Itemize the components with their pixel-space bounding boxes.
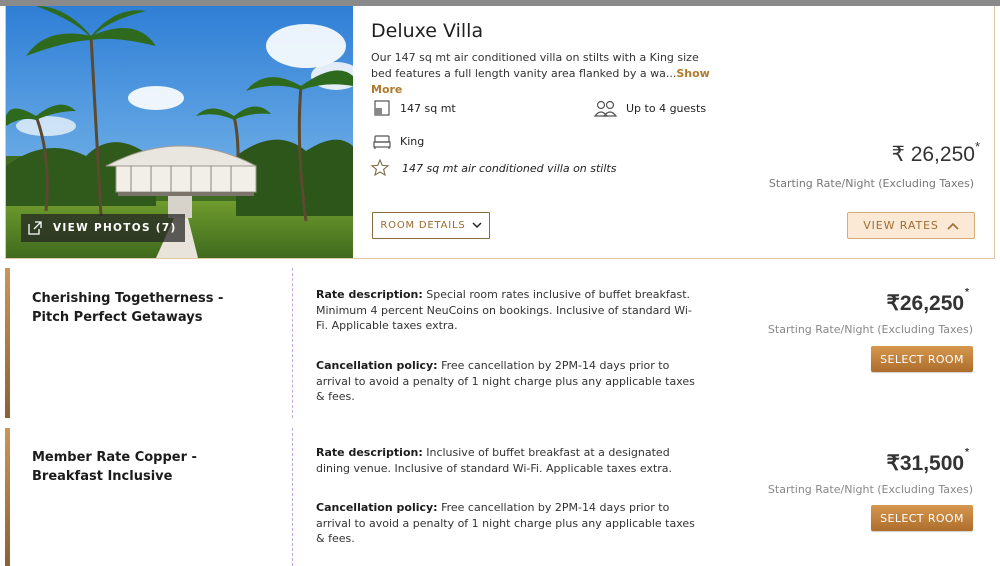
feature-area-label: 147 sq mt xyxy=(400,101,456,115)
room-title: Deluxe Villa xyxy=(371,20,484,42)
star-icon xyxy=(370,158,390,177)
rate-description-label: Rate description: xyxy=(316,446,423,459)
view-photos-button[interactable]: VIEW PHOTOS (7) xyxy=(21,214,185,242)
view-photos-label: VIEW PHOTOS (7) xyxy=(53,222,177,234)
feature-guests-label: Up to 4 guests xyxy=(626,101,707,115)
chevron-up-icon xyxy=(947,222,959,230)
room-details-button[interactable]: ROOM DETAILS xyxy=(372,212,490,239)
rate-price-note: Starting Rate/Night (Excluding Taxes) xyxy=(767,483,973,496)
rate-accent-bar xyxy=(5,428,10,566)
view-rates-label: VIEW RATES xyxy=(863,219,939,232)
room-details-label: ROOM DETAILS xyxy=(380,220,466,231)
rate-row: Cherishing Togetherness - Pitch Perfect … xyxy=(5,268,995,418)
rate-price-note: Starting Rate/Night (Excluding Taxes) xyxy=(767,323,973,336)
select-room-button[interactable]: SELECT ROOM xyxy=(871,346,973,372)
room-description-text: Our 147 sq mt air conditioned villa on s… xyxy=(371,51,699,80)
chevron-down-icon xyxy=(472,222,482,229)
rate-divider xyxy=(292,428,293,566)
feature-highlight: 147 sq mt air conditioned villa on stilt… xyxy=(370,158,616,178)
rate-price-mark: * xyxy=(965,447,969,458)
rate-price: ₹31,500* xyxy=(886,447,970,476)
feature-guests: Up to 4 guests xyxy=(594,98,706,118)
cancellation-policy-label: Cancellation policy: xyxy=(316,359,438,372)
rate-row: Member Rate Copper - Breakfast Inclusive… xyxy=(5,428,995,566)
feature-bed-label: King xyxy=(400,134,425,148)
room-price-value: ₹ 26,250 xyxy=(891,143,975,166)
room-price: ₹ 26,250* xyxy=(891,139,981,167)
guests-icon xyxy=(594,100,618,117)
room-description: Our 147 sq mt air conditioned villa on s… xyxy=(371,50,711,98)
rate-price: ₹26,250* xyxy=(886,287,970,316)
rate-description: Rate description: Special room rates inc… xyxy=(316,287,696,334)
rate-divider xyxy=(292,268,293,418)
feature-highlight-label: 147 sq mt air conditioned villa on stilt… xyxy=(402,161,617,175)
rate-description: Rate description: Inclusive of buffet br… xyxy=(316,445,696,476)
rate-accent-bar xyxy=(5,268,10,418)
room-price-mark: * xyxy=(974,139,980,154)
rate-description-label: Rate description: xyxy=(316,288,423,301)
rate-name: Cherishing Togetherness - Pitch Perfect … xyxy=(32,291,224,325)
room-photo[interactable]: VIEW PHOTOS (7) xyxy=(6,6,353,258)
external-link-icon xyxy=(28,221,42,235)
cancellation-policy: Cancellation policy: Free cancellation b… xyxy=(316,500,696,547)
view-rates-button[interactable]: VIEW RATES xyxy=(847,212,975,239)
feature-area: 147 sq mt xyxy=(372,98,456,118)
rate-price-value: ₹31,500 xyxy=(886,452,965,475)
select-room-button[interactable]: SELECT ROOM xyxy=(871,505,973,531)
rate-price-mark: * xyxy=(965,287,969,298)
cancellation-policy-label: Cancellation policy: xyxy=(316,501,438,514)
room-price-note: Starting Rate/Night (Excluding Taxes) xyxy=(768,177,974,190)
feature-bed: King xyxy=(372,131,424,151)
cancellation-policy: Cancellation policy: Free cancellation b… xyxy=(316,358,696,405)
floor-area-icon xyxy=(374,100,390,116)
rate-name: Member Rate Copper - Breakfast Inclusive xyxy=(32,450,197,484)
rate-price-value: ₹26,250 xyxy=(886,292,965,315)
room-card: VIEW PHOTOS (7) Deluxe Villa Our 147 sq … xyxy=(5,6,995,259)
bed-icon xyxy=(373,135,391,149)
